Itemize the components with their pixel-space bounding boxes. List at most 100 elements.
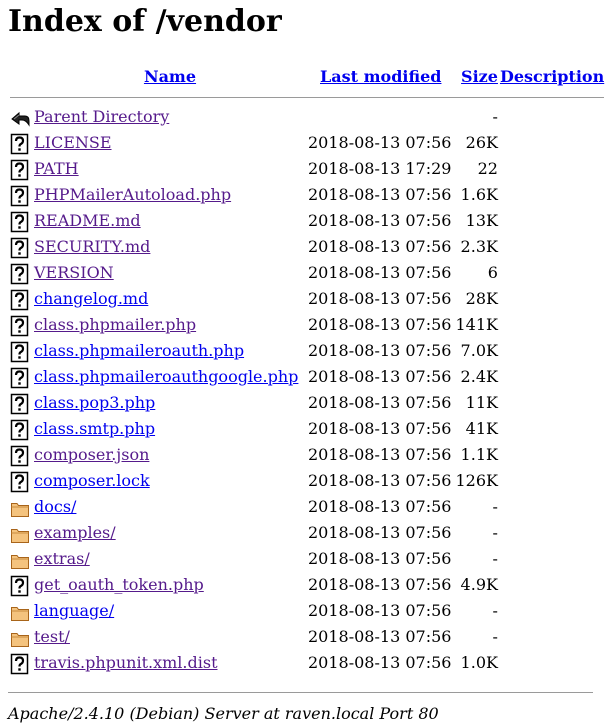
name-cell: class.smtp.php bbox=[34, 416, 306, 442]
size-cell: 2.4K bbox=[460, 367, 498, 386]
sort-by-size-link[interactable]: Size bbox=[461, 67, 498, 86]
entry-link[interactable]: class.phpmaileroauth.php bbox=[34, 341, 244, 360]
entry-link[interactable]: composer.lock bbox=[34, 471, 150, 490]
table-row: class.phpmaileroauth.php 2018-08-13 07:56… bbox=[10, 338, 604, 364]
icon-cell bbox=[10, 208, 32, 234]
unknown-file-icon[interactable] bbox=[10, 237, 30, 259]
parent-directory-description bbox=[500, 104, 604, 130]
description-cell bbox=[500, 416, 604, 442]
icon-cell bbox=[10, 468, 32, 494]
sort-by-description-link[interactable]: Description bbox=[500, 67, 604, 86]
description-cell bbox=[500, 286, 604, 312]
icon-cell bbox=[10, 234, 32, 260]
description-column-header: Description bbox=[500, 64, 604, 90]
entry-link[interactable]: changelog.md bbox=[34, 289, 148, 308]
folder-icon[interactable] bbox=[10, 627, 30, 649]
description-cell bbox=[500, 598, 604, 624]
entry-link[interactable]: class.phpmaileroauthgoogle.php bbox=[34, 367, 298, 386]
folder-icon[interactable] bbox=[10, 549, 30, 571]
unknown-file-icon[interactable] bbox=[10, 393, 30, 415]
size-cell: - bbox=[492, 523, 498, 542]
unknown-file-icon[interactable] bbox=[10, 341, 30, 363]
size-cell: 22 bbox=[477, 159, 498, 178]
unknown-file-icon[interactable] bbox=[10, 289, 30, 311]
name-cell: get_oauth_token.php bbox=[34, 572, 306, 598]
footer-divider bbox=[8, 692, 593, 693]
table-row: test/2018-08-13 07:56 - bbox=[10, 624, 604, 650]
description-cell bbox=[500, 546, 604, 572]
header-divider-row bbox=[10, 90, 605, 104]
folder-icon[interactable] bbox=[10, 601, 30, 623]
entry-link[interactable]: PHPMailerAutoload.php bbox=[34, 185, 231, 204]
size-cell: 6 bbox=[487, 263, 498, 282]
name-cell: test/ bbox=[34, 624, 306, 650]
icon-cell bbox=[10, 286, 32, 312]
server-signature: Apache/2.4.10 (Debian) Server at raven.l… bbox=[8, 704, 439, 723]
unknown-file-icon[interactable] bbox=[10, 315, 30, 337]
size-cell: - bbox=[492, 497, 498, 516]
entry-link[interactable]: SECURITY.md bbox=[34, 237, 150, 256]
sort-by-name-link[interactable]: Name bbox=[144, 67, 196, 86]
description-cell bbox=[500, 364, 604, 390]
icon-cell bbox=[10, 156, 32, 182]
header-divider-cell bbox=[10, 90, 605, 104]
folder-icon[interactable] bbox=[10, 523, 30, 545]
table-row: class.smtp.php 2018-08-13 07:56 41K bbox=[10, 416, 604, 442]
unknown-file-icon[interactable] bbox=[10, 471, 30, 493]
unknown-file-icon[interactable] bbox=[10, 211, 30, 233]
description-cell bbox=[500, 234, 604, 260]
entry-link[interactable]: class.smtp.php bbox=[34, 419, 155, 438]
entry-link[interactable]: README.md bbox=[34, 211, 141, 230]
unknown-file-icon[interactable] bbox=[10, 133, 30, 155]
icon-cell bbox=[10, 598, 32, 624]
entry-link[interactable]: class.pop3.php bbox=[34, 393, 155, 412]
table-row: composer.lock 2018-08-13 07:56 126K bbox=[10, 468, 604, 494]
size-cell: - bbox=[492, 627, 498, 646]
unknown-file-icon[interactable] bbox=[10, 185, 30, 207]
name-cell: language/ bbox=[34, 598, 306, 624]
entry-link[interactable]: docs/ bbox=[34, 497, 76, 516]
last-modified-cell: 2018-08-13 07:56 bbox=[308, 289, 452, 308]
folder-icon[interactable] bbox=[10, 497, 30, 519]
entry-link[interactable]: travis.phpunit.xml.dist bbox=[34, 653, 218, 672]
last-modified-cell: 2018-08-13 07:56 bbox=[308, 627, 452, 646]
description-cell bbox=[500, 390, 604, 416]
entry-link[interactable]: class.phpmailer.php bbox=[34, 315, 196, 334]
icon-cell bbox=[10, 364, 32, 390]
entry-link[interactable]: PATH bbox=[34, 159, 79, 178]
unknown-file-icon[interactable] bbox=[10, 419, 30, 441]
entry-link[interactable]: composer.json bbox=[34, 445, 149, 464]
unknown-file-icon[interactable] bbox=[10, 445, 30, 467]
icon-cell bbox=[10, 650, 32, 676]
entry-link[interactable]: VERSION bbox=[34, 263, 114, 282]
entry-link[interactable]: LICENSE bbox=[34, 133, 112, 152]
description-cell bbox=[500, 130, 604, 156]
unknown-file-icon[interactable] bbox=[10, 263, 30, 285]
name-cell: PATH bbox=[34, 156, 306, 182]
table-row: docs/2018-08-13 07:56 - bbox=[10, 494, 604, 520]
entry-link[interactable]: extras/ bbox=[34, 549, 90, 568]
back-arrow-icon[interactable] bbox=[10, 107, 30, 129]
table-row: LICENSE 2018-08-13 07:56 26K bbox=[10, 130, 604, 156]
entry-link[interactable]: examples/ bbox=[34, 523, 116, 542]
last-modified-cell: 2018-08-13 07:56 bbox=[308, 523, 452, 542]
last-modified-cell: 2018-08-13 07:56 bbox=[308, 471, 452, 490]
size-cell: 13K bbox=[465, 211, 498, 230]
description-cell bbox=[500, 520, 604, 546]
entry-link[interactable]: language/ bbox=[34, 601, 114, 620]
entry-link[interactable]: test/ bbox=[34, 627, 70, 646]
table-row: VERSION 2018-08-13 07:56 6 bbox=[10, 260, 604, 286]
unknown-file-icon[interactable] bbox=[10, 575, 30, 597]
icon-cell bbox=[10, 624, 32, 650]
size-cell: 4.9K bbox=[460, 575, 498, 594]
name-cell: extras/ bbox=[34, 546, 306, 572]
parent-directory-link[interactable]: Parent Directory bbox=[34, 107, 169, 126]
unknown-file-icon[interactable] bbox=[10, 367, 30, 389]
unknown-file-icon[interactable] bbox=[10, 159, 30, 181]
name-cell: VERSION bbox=[34, 260, 306, 286]
last-modified-cell: 2018-08-13 07:56 bbox=[308, 237, 452, 256]
entry-link[interactable]: get_oauth_token.php bbox=[34, 575, 204, 594]
unknown-file-icon[interactable] bbox=[10, 653, 30, 675]
sort-by-last-modified-link[interactable]: Last modified bbox=[320, 67, 441, 86]
description-cell bbox=[500, 182, 604, 208]
